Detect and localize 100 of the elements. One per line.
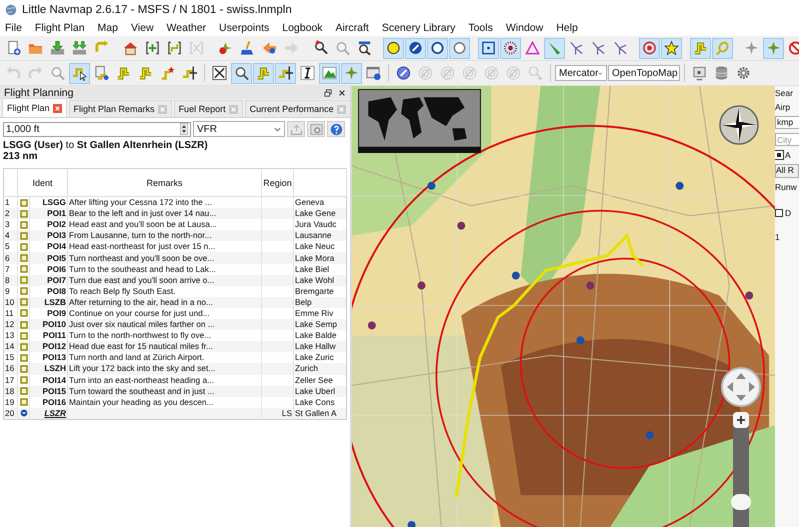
menu-item[interactable]: Tools (468, 22, 493, 34)
mountain-button[interactable] (319, 62, 340, 84)
menu-item[interactable]: Window (506, 22, 544, 34)
route-cursor-button[interactable] (69, 62, 90, 84)
menu-item[interactable]: Scenery Library (382, 22, 456, 34)
name-cell: Bremgarte (294, 286, 346, 297)
help-button[interactable] (327, 121, 345, 137)
checkbox-label: A (785, 150, 791, 160)
ident-input-field[interactable]: kmp (775, 116, 799, 129)
filled-circle-icon (386, 40, 401, 56)
userpoint-square-icon (20, 342, 28, 351)
navaid-icon (506, 65, 521, 81)
help-icon (330, 122, 342, 136)
airplane-delete-icon (218, 40, 233, 56)
ident-cell: POI12 (30, 341, 68, 352)
route-star-icon (160, 65, 175, 81)
download-icon (50, 40, 65, 56)
tab[interactable]: Fuel Report (174, 100, 243, 117)
no-airplane-icon (788, 40, 799, 56)
region-cell (262, 274, 294, 286)
airports-tab[interactable]: Airp (775, 102, 799, 112)
zoom-button[interactable] (231, 62, 252, 84)
userpoint-square-icon (20, 276, 28, 284)
projection-dropdown[interactable]: Mercator (555, 65, 607, 81)
airway-lines-icon (569, 40, 584, 56)
search-tab[interactable]: Sear (775, 88, 799, 98)
zoom-in-icon[interactable] (733, 412, 749, 428)
filled-circle-button[interactable] (383, 38, 404, 58)
download-all-icon (72, 40, 87, 56)
settings-button[interactable] (307, 121, 325, 137)
menu-item[interactable]: File (5, 22, 22, 34)
menu-item[interactable]: Aircraft (336, 22, 369, 34)
zoom-slider[interactable] (733, 412, 749, 527)
menu-item[interactable]: Flight Plan (34, 22, 85, 34)
checkbox[interactable] (775, 209, 783, 217)
userpoint-square-icon (20, 265, 28, 274)
float-icon[interactable] (324, 88, 332, 96)
userpoint-square-icon (20, 242, 28, 251)
zoom-slider-handle[interactable] (731, 494, 751, 510)
menu-item[interactable]: Userpoints (219, 22, 270, 34)
column-header[interactable]: Ident (32, 178, 53, 188)
remarks-cell: After returning to the air, head in a no... (68, 296, 262, 308)
airplane-icon (344, 65, 359, 81)
name-cell: Lausanne (294, 230, 346, 242)
slash-circle-button[interactable] (405, 38, 426, 58)
square-dot-button[interactable] (478, 38, 499, 58)
row-number: 16 (4, 363, 18, 374)
route-pin-icon (182, 65, 197, 81)
map-theme-dropdown[interactable]: OpenTopoMap (608, 65, 680, 81)
spinner-arrows-icon[interactable] (180, 123, 188, 135)
caret-icon (598, 70, 603, 76)
menu-item[interactable]: View (130, 22, 154, 34)
navaid-icon (484, 65, 499, 81)
altitude-spinbox[interactable]: 1,000 ft (3, 122, 191, 136)
airplane-icon (744, 40, 759, 56)
tab-close-icon[interactable] (52, 104, 62, 112)
needle-button[interactable] (544, 38, 565, 58)
zoom-distance-icon (357, 40, 372, 56)
ring-button[interactable] (449, 38, 470, 58)
row-number: 20 (4, 408, 18, 420)
userpoint-square-icon (20, 387, 28, 396)
airway-lines-icon (613, 40, 628, 56)
route-pin-button[interactable] (275, 62, 296, 84)
flight-rules-dropdown[interactable]: VFR (193, 121, 285, 137)
menu-item[interactable]: Help (556, 22, 578, 34)
airplane-button[interactable] (763, 38, 784, 58)
name-cell: Lake Semp (294, 319, 346, 330)
city-input-field[interactable]: City (775, 133, 799, 146)
tab[interactable]: Flight Plan Remarks (68, 100, 172, 117)
dotted-circle-button[interactable] (500, 38, 521, 58)
settings-icon (736, 65, 751, 81)
column-header[interactable]: Remarks (146, 178, 182, 188)
star-button[interactable] (661, 38, 682, 58)
filter-dropdown[interactable]: All R (775, 164, 799, 178)
target-button[interactable] (639, 38, 660, 58)
topographic-map-drawing[interactable] (352, 86, 775, 527)
menu-item[interactable]: Map (98, 22, 118, 34)
remarks-cell: Head due east for 15 nautical miles fr... (68, 341, 262, 352)
ring-button[interactable] (427, 38, 448, 58)
route-icon (693, 40, 708, 56)
route-button[interactable] (253, 62, 274, 84)
tab[interactable]: Flight Plan (2, 98, 67, 117)
ident-cell: POI15 (30, 386, 68, 397)
close-icon[interactable] (338, 88, 346, 96)
menu-item[interactable]: Weather (166, 22, 206, 34)
column-header[interactable]: Region (263, 178, 292, 188)
add-waypoint-icon (145, 40, 160, 56)
airplane-icon (766, 40, 781, 56)
name-cell: Jura Vaudc (294, 219, 346, 230)
home-icon (123, 40, 138, 56)
world-overview-map[interactable] (358, 89, 481, 153)
row-number: 4 (4, 230, 18, 242)
box-cross-icon (212, 65, 227, 81)
menu-item[interactable]: Logbook (282, 22, 323, 34)
route-button[interactable] (690, 38, 711, 58)
userpoint-square-icon (20, 376, 28, 384)
tab[interactable]: Current Performance (244, 100, 351, 117)
name-cell: Lake Mora (294, 252, 346, 264)
userpoint-square-icon (20, 220, 28, 229)
map-pan-control[interactable] (721, 367, 761, 407)
